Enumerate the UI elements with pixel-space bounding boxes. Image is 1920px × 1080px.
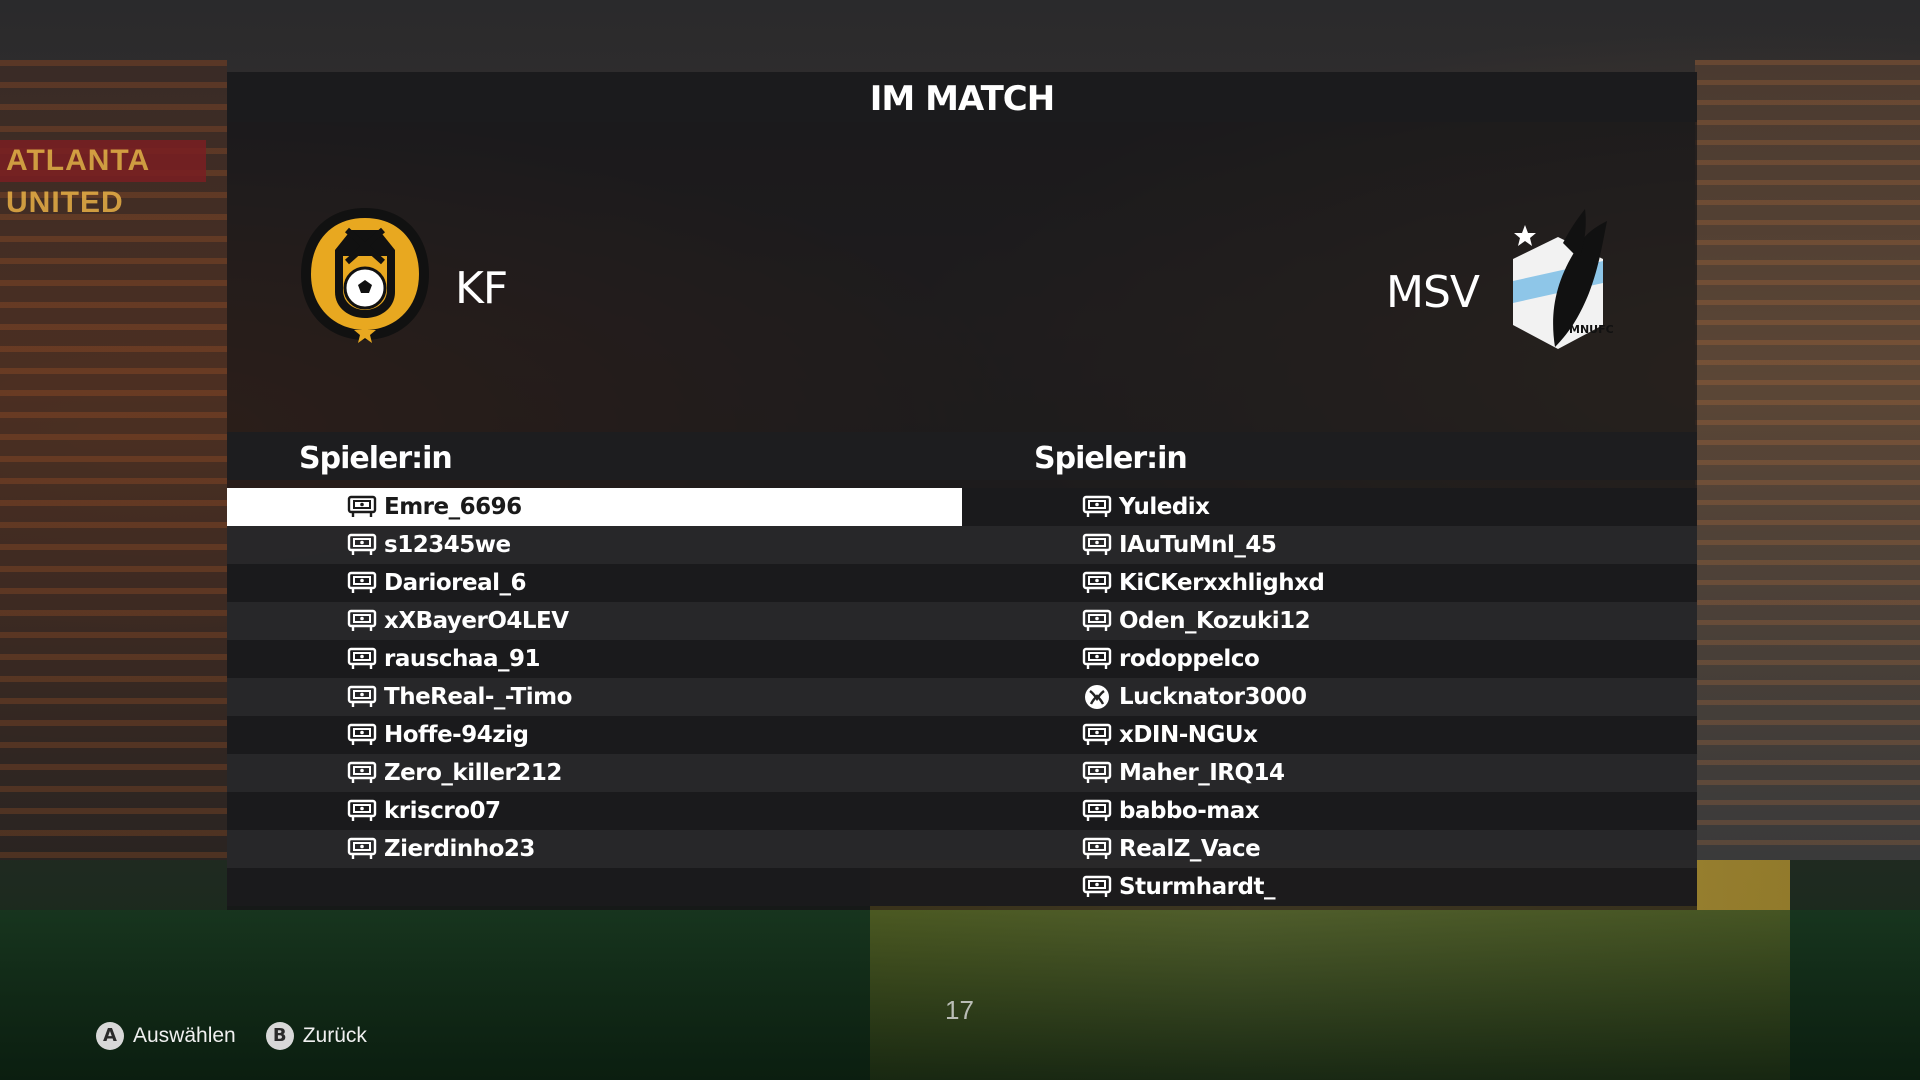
player-row[interactable]: Emre_6696 xyxy=(227,488,962,526)
player-name: babbo-max xyxy=(1119,798,1260,824)
button-hints: A Auswählen B Zurück xyxy=(96,1022,397,1050)
playstation-icon xyxy=(1082,722,1112,748)
player-row[interactable]: xDIN-NGUx xyxy=(962,716,1697,754)
home-players-header: Spieler:in xyxy=(227,432,962,480)
player-row[interactable]: rauschaa_91 xyxy=(227,640,962,678)
playstation-icon xyxy=(347,532,377,558)
background-stands-right xyxy=(1695,60,1920,860)
player-row[interactable]: Maher_IRQ14 xyxy=(962,754,1697,792)
playstation-icon xyxy=(347,760,377,786)
playstation-icon xyxy=(347,570,377,596)
background-number: 17 xyxy=(945,995,974,1025)
player-name: xXBayerO4LEV xyxy=(384,608,569,634)
player-row[interactable]: IAuTuMnl_45 xyxy=(962,526,1697,564)
match-panel: IM MATCH KF MSV MNUFC Spieler:in Spieler xyxy=(227,72,1697,910)
home-players-header-label: Spieler:in xyxy=(299,441,453,476)
player-name: Maher_IRQ14 xyxy=(1119,760,1285,786)
page-title: IM MATCH xyxy=(869,79,1055,119)
home-players-list: Emre_6696 s12345we Darioreal_6 xXBayerO4LEV… xyxy=(227,488,962,906)
player-row[interactable]: Hoffe-94zig xyxy=(227,716,962,754)
player-row[interactable]: RealZ_Vace xyxy=(962,830,1697,868)
xbox-icon xyxy=(1082,684,1112,710)
player-name: Darioreal_6 xyxy=(384,570,527,596)
playstation-icon xyxy=(347,722,377,748)
select-hint[interactable]: A Auswählen xyxy=(96,1022,236,1050)
player-row[interactable]: Lucknator3000 xyxy=(962,678,1697,716)
playstation-icon xyxy=(1082,760,1112,786)
playstation-icon xyxy=(1082,608,1112,634)
player-row[interactable]: rodoppelco xyxy=(962,640,1697,678)
player-name: Zierdinho23 xyxy=(384,836,535,862)
player-name: kriscro07 xyxy=(384,798,501,824)
player-name: rauschaa_91 xyxy=(384,646,540,672)
b-button-icon: B xyxy=(265,1022,294,1050)
playstation-icon xyxy=(347,608,377,634)
player-row[interactable]: babbo-max xyxy=(962,792,1697,830)
player-row[interactable]: Darioreal_6 xyxy=(227,564,962,602)
playstation-icon xyxy=(347,494,377,520)
away-players-header-label: Spieler:in xyxy=(1034,441,1188,476)
player-name: Zero_killer212 xyxy=(384,760,562,786)
player-row[interactable]: s12345we xyxy=(227,526,962,564)
title-bar: IM MATCH xyxy=(227,72,1697,122)
empty-row xyxy=(227,868,962,906)
playstation-icon xyxy=(1082,494,1112,520)
away-players-header: Spieler:in xyxy=(962,432,1697,480)
player-row[interactable]: TheReal-_-Timo xyxy=(227,678,962,716)
player-row[interactable]: kriscro07 xyxy=(227,792,962,830)
away-team-crest-icon: MNUFC xyxy=(1513,209,1613,349)
playstation-icon xyxy=(347,646,377,672)
player-name: KiCKerxxhlighxd xyxy=(1119,570,1325,596)
away-team: MSV MNUFC xyxy=(1386,197,1613,357)
player-row[interactable]: Zero_killer212 xyxy=(227,754,962,792)
playstation-icon xyxy=(1082,646,1112,672)
player-name: Emre_6696 xyxy=(384,494,522,520)
player-name: Oden_Kozuki12 xyxy=(1119,608,1311,634)
playstation-icon xyxy=(1082,532,1112,558)
home-team: KF xyxy=(295,200,508,346)
playstation-icon xyxy=(1082,570,1112,596)
player-name: Yuledix xyxy=(1119,494,1210,520)
player-row[interactable]: xXBayerO4LEV xyxy=(227,602,962,640)
select-label: Auswählen xyxy=(133,1024,236,1047)
player-row[interactable]: Zierdinho23 xyxy=(227,830,962,868)
home-team-crest-icon xyxy=(301,208,429,343)
player-name: IAuTuMnl_45 xyxy=(1119,532,1277,558)
player-row[interactable]: Yuledix xyxy=(962,488,1697,526)
player-name: Sturmhardt_ xyxy=(1119,874,1275,900)
player-row[interactable]: Sturmhardt_ xyxy=(962,868,1697,906)
playstation-icon xyxy=(1082,836,1112,862)
background-banner: ATLANTA UNITED xyxy=(0,140,206,219)
away-team-name: MSV xyxy=(1386,266,1480,318)
player-row[interactable]: KiCKerxxhlighxd xyxy=(962,564,1697,602)
back-label: Zurück xyxy=(302,1024,367,1047)
player-name: xDIN-NGUx xyxy=(1119,722,1258,748)
playstation-icon xyxy=(347,684,377,710)
away-players-list: Yuledix IAuTuMnl_45 KiCKerxxhlighxd Oden_Ko… xyxy=(962,488,1697,906)
player-row[interactable]: Oden_Kozuki12 xyxy=(962,602,1697,640)
playstation-icon xyxy=(1082,798,1112,824)
back-hint[interactable]: B Zurück xyxy=(265,1022,367,1050)
player-name: Hoffe-94zig xyxy=(384,722,529,748)
svg-text:MNUFC: MNUFC xyxy=(1569,323,1613,336)
playstation-icon xyxy=(347,798,377,824)
player-name: RealZ_Vace xyxy=(1119,836,1261,862)
home-team-name: KF xyxy=(455,262,508,314)
playstation-icon xyxy=(1082,874,1112,900)
player-name: rodoppelco xyxy=(1119,646,1260,672)
player-name: Lucknator3000 xyxy=(1119,684,1307,710)
a-button-icon: A xyxy=(96,1022,124,1050)
playstation-icon xyxy=(347,836,377,862)
player-name: TheReal-_-Timo xyxy=(384,684,572,710)
player-name: s12345we xyxy=(384,532,511,558)
